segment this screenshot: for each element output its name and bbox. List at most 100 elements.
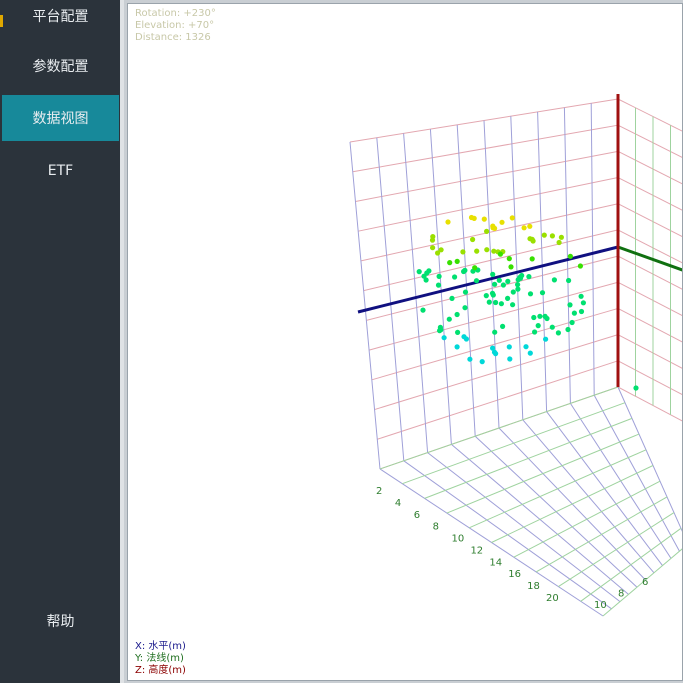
scatter-point [437,324,443,330]
scatter-point [577,263,583,269]
axis-legend-z: Z: 高度(m) [135,665,186,676]
scatter-point [430,245,436,251]
grid-line-floor [468,449,647,529]
scatter-point [569,319,575,326]
grid-line-side [617,386,682,422]
scatter-point [510,289,516,295]
scatter-point [499,219,505,225]
scatter-point [510,302,516,308]
tick-label-y: 18 [527,581,540,592]
scatter-point [542,313,548,319]
grid-line-back [403,133,429,453]
scatter-point [461,334,467,340]
scatter-point [515,282,521,288]
content-area: 2 4 6 8 10 12 14 16 18 20 10 8 6 Rotation: +230° Ele… [124,0,683,683]
scatter-point [509,215,515,221]
scatter-point [484,228,490,234]
axis-y-line [617,245,682,272]
distance-readout: Distance: 1326 [135,32,211,43]
scatter-point [506,256,512,262]
grid-line-side [617,124,682,158]
scatter-point [527,223,533,229]
scatter-point [486,299,492,305]
scatter-point [436,273,442,279]
scatter-point [421,273,427,279]
scatter-point [441,335,447,341]
tick-label-y: 14 [489,557,502,568]
scatter-point [481,216,487,222]
axis-legend: X: 水平(m) Y: 法线(m) Z: 高度(m) [135,641,186,677]
scatter-point [519,272,525,279]
sidebar-item-data-view[interactable]: 数据视图 [2,95,119,141]
scatter-point [496,277,502,283]
scatter-point [430,234,436,240]
scatter-point [633,385,639,391]
scatter-point [556,239,562,246]
sidebar-item-label: 数据视图 [32,111,89,127]
scatter-point [447,260,453,266]
scatter-point [549,324,555,330]
scatter-point [470,236,476,243]
scatter-point [529,256,535,262]
grid-line-side [617,98,682,132]
scatter-point [523,344,529,350]
tick-label-y: 12 [470,545,483,556]
axis-legend-x: X: 水平(m) [135,641,186,652]
scatter-point [473,278,480,284]
scatter-point [500,323,506,329]
scatter-point [474,248,480,254]
sidebar-item-platform-config[interactable]: 平台配置 [2,0,119,39]
scatter-point [549,233,555,239]
scatter-point [445,219,451,225]
scatter-point [578,293,584,299]
scatter-point [571,310,577,316]
grid-line-floor [580,527,682,602]
scatter-point [471,215,477,221]
scatter-point [483,293,489,299]
scatter-point [491,349,498,355]
scatter-point [578,308,585,315]
scatter-point [567,253,573,259]
sidebar-item-etf[interactable]: ETF [2,148,119,194]
scatter-point [539,290,546,296]
plot-3d-panel[interactable]: 2 4 6 8 10 12 14 16 18 20 10 8 6 Rotation: +230° Ele… [127,3,683,681]
scatter-point [489,290,496,296]
scatter-point [449,295,455,301]
scatter-point [580,300,586,306]
sidebar-item-param-config[interactable]: 参数配置 [2,43,119,89]
grid-line-side [617,150,682,185]
scatter-point [515,286,521,292]
tick-label-y: 20 [546,593,559,604]
scatter-point [500,282,506,288]
grid-line-back [590,103,595,396]
sidebar-item-help[interactable]: 帮助 [2,598,119,644]
scatter-point [479,359,485,365]
sidebar-item-label: 平台配置 [32,9,89,25]
tick-label-y: 8 [433,522,439,533]
scatter-point [467,356,473,362]
scatter-point [446,316,452,322]
scatter-point [506,344,512,350]
grid-line-back [349,141,381,470]
scatter-point [490,225,496,231]
scatter-point [527,350,533,356]
scatter-point [438,247,444,253]
scatter-point [535,323,541,329]
scatter-point [490,271,496,277]
scatter-point [555,330,561,336]
scatter-point [493,299,499,306]
grid-line-side [617,177,682,211]
scatter-3d-plot[interactable]: 2 4 6 8 10 12 14 16 18 20 10 8 6 [128,4,683,681]
scatter-point [567,302,573,308]
scatter-point [454,311,460,318]
scatter-point [507,356,513,362]
scatter-point [454,344,460,350]
scatter-point [462,267,468,273]
axis-legend-y: Y: 法线(m) [135,653,184,664]
elevation-readout: Elevation: +70° [135,20,215,31]
scatter-point [505,278,511,284]
scatter-point [462,305,468,311]
scatter-point [505,295,511,301]
scatter-point [521,225,527,231]
scatter-point [420,307,426,313]
